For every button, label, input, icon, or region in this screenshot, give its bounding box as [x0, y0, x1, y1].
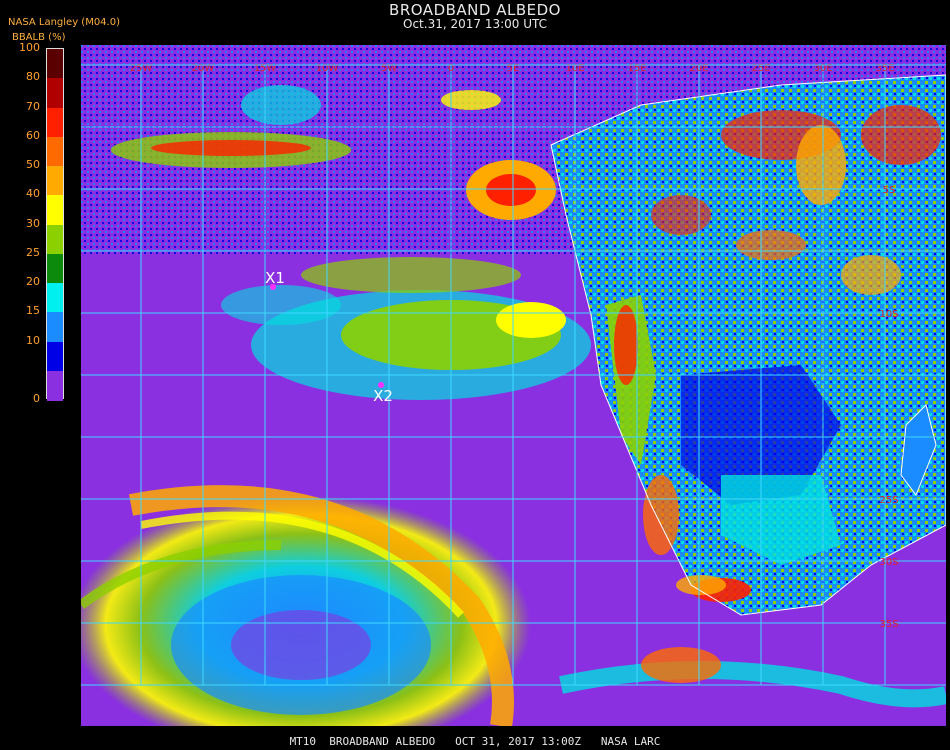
colorbar-tick: 20: [26, 275, 40, 288]
colorbar-segment: [47, 136, 63, 167]
marker-label: X2: [373, 387, 393, 405]
colorbar-segment: [47, 107, 63, 138]
colorbar-segment: [47, 341, 63, 372]
lat-label: 10S: [879, 309, 898, 320]
colorbar-segment: [47, 195, 63, 226]
colorbar-segment: [47, 312, 63, 343]
colorbar-tick: 25: [26, 245, 40, 259]
colorbar-segment: [47, 283, 63, 313]
colorbar-tick: 60: [26, 128, 40, 142]
colorbar-tick: 80: [26, 70, 40, 84]
marker-label: X1: [265, 269, 285, 287]
lat-label: 25S: [879, 495, 898, 506]
albedo-map: 25W 20W 15W 10W 5W 0 5E 10E 15E 20E 25E 30E 35E5S10S…: [81, 45, 946, 726]
colorbar-segment: [47, 49, 63, 79]
colorbar-segment: [47, 166, 63, 196]
colorbar: [46, 48, 64, 401]
colorbar-tick: 0: [33, 392, 40, 405]
provider-label: NASA Langley (M04.0): [8, 17, 120, 28]
colorbar-segment: [47, 253, 63, 284]
colorbar-tick: 100: [19, 41, 40, 54]
colorbar-tick: 15: [26, 304, 40, 318]
colorbar-tick: 40: [26, 187, 40, 201]
colorbar-segment: [47, 370, 63, 401]
lat-label: 5S: [883, 185, 896, 196]
lat-label: 35S: [879, 619, 898, 630]
colorbar-tick: 30: [26, 216, 40, 230]
lat-label: 30S: [879, 557, 898, 568]
colorbar-tick: 10: [26, 333, 40, 347]
footer-caption: MT10 BROADBAND ALBEDO OCT 31, 2017 13:00…: [289, 735, 661, 748]
colorbar-segment: [47, 78, 63, 109]
timestamp: Oct.31, 2017 13:00 UTC: [403, 17, 547, 31]
colorbar-tick: 70: [26, 99, 40, 113]
colorbar-segment: [47, 224, 63, 255]
colorbar-tick: 50: [26, 158, 40, 171]
